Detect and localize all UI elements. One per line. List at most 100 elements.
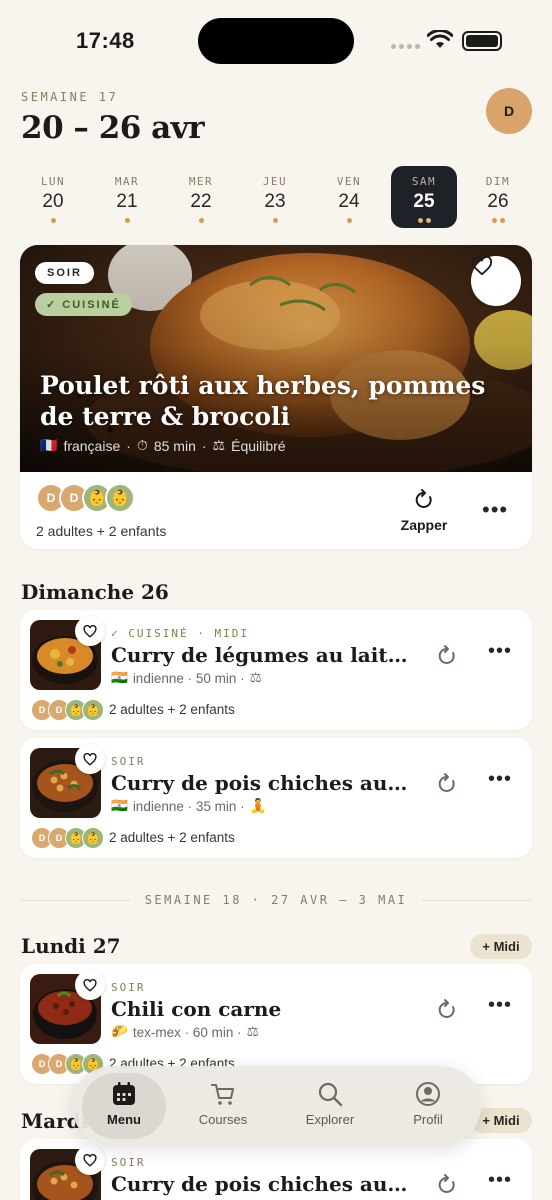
meal-dots — [94, 218, 160, 223]
meal-title: Curry de légumes au lait de coco — [111, 643, 411, 667]
favorite-button[interactable] — [471, 256, 521, 306]
balance-icon: ⚖ — [212, 437, 226, 453]
dynamic-island — [198, 18, 354, 64]
taco-icon: 🌮 — [111, 1024, 128, 1039]
section-title-lundi: Lundi 27 — [21, 934, 121, 958]
section-title-dimanche: Dimanche 26 — [21, 580, 169, 604]
meal-kicker: SOIR — [111, 981, 146, 994]
zap-button[interactable]: Zapper — [395, 488, 453, 533]
day-strip: LUN 20 MAR 21 MER 22 JEU 23 VEN 24 SAM 2… — [20, 166, 534, 228]
day-ven[interactable]: VEN 24 — [316, 166, 382, 228]
favorite-button[interactable] — [75, 744, 105, 774]
swap-button[interactable] — [437, 644, 457, 671]
day-dim[interactable]: DIM 26 — [465, 166, 531, 228]
diner-avatars: D D 👶 👶 — [31, 1053, 104, 1075]
tab-label: Courses — [198, 1112, 248, 1127]
day-name: LUN — [40, 175, 66, 188]
wifi-icon — [427, 30, 453, 48]
cuisine-label: française — [63, 437, 121, 454]
more-options-button[interactable]: ••• — [482, 499, 508, 521]
more-options-button[interactable]: ••• — [488, 995, 512, 1015]
week-separator-label: SEMAINE 18 · 27 AVR – 3 MAI — [144, 893, 408, 907]
meal-dots — [316, 218, 382, 223]
page-title: 20 – 26 avr — [21, 110, 205, 146]
child-avatar: 👶 — [82, 827, 104, 849]
tab-profil[interactable]: Profil — [386, 1073, 470, 1139]
meal-card[interactable]: SOIR Curry de pois chiches aux épinards … — [20, 738, 532, 858]
roast-chicken-image: SOIR ✓ CUISINÉ Poulet rôti aux herbes, p… — [20, 245, 532, 472]
diner-avatars[interactable]: D D 👶 👶 — [36, 483, 135, 513]
meal-meta: 🌮 tex-mex · 60 min · ⚖ — [111, 1024, 259, 1040]
favorite-button[interactable] — [75, 616, 105, 646]
meal-title: Chili con carne — [111, 997, 282, 1021]
more-options-button[interactable]: ••• — [488, 769, 512, 789]
favorite-button[interactable] — [75, 970, 105, 1000]
day-number: 21 — [116, 191, 138, 212]
meal-kicker: SOIR — [111, 1156, 146, 1169]
day-mer[interactable]: MER 22 — [168, 166, 234, 228]
people-count: 2 adultes + 2 enfants — [109, 830, 235, 845]
favorite-button[interactable] — [75, 1145, 105, 1175]
more-options-button[interactable]: ••• — [488, 641, 512, 661]
day-mar[interactable]: MAR 21 — [94, 166, 160, 228]
heart-icon — [83, 978, 97, 992]
meal-dots — [242, 218, 308, 223]
zap-label: Zapper — [400, 517, 448, 533]
people-count: 2 adultes + 2 enfants — [36, 523, 167, 539]
meal-kicker: ✓ CUISINÉ · MIDI — [111, 627, 249, 640]
cooked-status-badge: ✓ CUISINÉ — [35, 293, 132, 316]
refresh-icon — [438, 1174, 455, 1193]
featured-meal-card[interactable]: SOIR ✓ CUISINÉ Poulet rôti aux herbes, p… — [20, 245, 532, 549]
add-midi-button[interactable]: + Midi — [470, 934, 532, 959]
day-number: 23 — [264, 191, 286, 212]
meal-title: Poulet rôti aux herbes, pommes de terre … — [40, 371, 486, 431]
day-name: JEU — [262, 175, 288, 188]
meal-title: Curry de pois chiches aux épinards — [111, 771, 411, 795]
tab-explorer[interactable]: Explorer — [288, 1073, 372, 1139]
day-name: MAR — [114, 175, 140, 188]
meal-time-badge: SOIR — [35, 262, 94, 284]
flag-icon: 🇮🇳 — [111, 798, 128, 813]
child-avatar: 👶 — [82, 699, 104, 721]
more-options-button[interactable]: ••• — [488, 1170, 512, 1190]
calendar-icon — [113, 1082, 135, 1105]
flag-icon: 🇮🇳 — [111, 670, 128, 685]
tab-menu[interactable]: Menu — [82, 1073, 166, 1139]
swap-button[interactable] — [437, 1173, 457, 1200]
tab-bar: Menu Courses Explorer Profil — [72, 1066, 481, 1146]
duration-label: 85 min — [153, 437, 196, 454]
day-number: 22 — [190, 191, 212, 212]
battery-icon — [462, 31, 502, 51]
tab-label: Menu — [107, 1112, 141, 1127]
day-name: SAM — [411, 175, 437, 188]
heart-icon — [83, 624, 97, 638]
meal-meta: 🇫🇷 française · ⏱ 85 min · ⚖ Équilibré — [40, 437, 286, 454]
swap-button[interactable] — [437, 772, 457, 799]
heart-icon — [83, 1153, 97, 1167]
tab-label: Profil — [413, 1112, 443, 1127]
meal-kicker: SOIR — [111, 755, 146, 768]
balance-icon: ⚖ — [246, 1024, 259, 1039]
refresh-icon — [438, 773, 455, 792]
search-icon — [318, 1082, 343, 1107]
tab-label: Explorer — [305, 1112, 355, 1127]
day-name: DIM — [485, 175, 511, 188]
day-jeu[interactable]: JEU 23 — [242, 166, 308, 228]
heart-icon — [83, 752, 97, 766]
meal-card[interactable]: ✓ CUISINÉ · MIDI Curry de légumes au lai… — [20, 610, 532, 730]
day-number: 24 — [338, 191, 360, 212]
child-avatar: 👶 — [105, 483, 135, 513]
day-sam-selected[interactable]: SAM 25 — [391, 166, 457, 228]
day-name: MER — [188, 175, 214, 188]
day-number: 26 — [487, 191, 509, 212]
day-number: 25 — [413, 191, 435, 212]
day-number: 20 — [42, 191, 64, 212]
day-lun[interactable]: LUN 20 — [20, 166, 86, 228]
meal-card[interactable]: SOIR Curry de pois chiches aux épinards … — [20, 1139, 532, 1200]
meal-dots — [20, 218, 86, 223]
meal-dots — [391, 218, 457, 223]
swap-button[interactable] — [437, 998, 457, 1025]
tab-courses[interactable]: Courses — [181, 1073, 265, 1139]
profile-avatar[interactable]: D — [486, 88, 532, 134]
signal-icon — [391, 44, 421, 50]
